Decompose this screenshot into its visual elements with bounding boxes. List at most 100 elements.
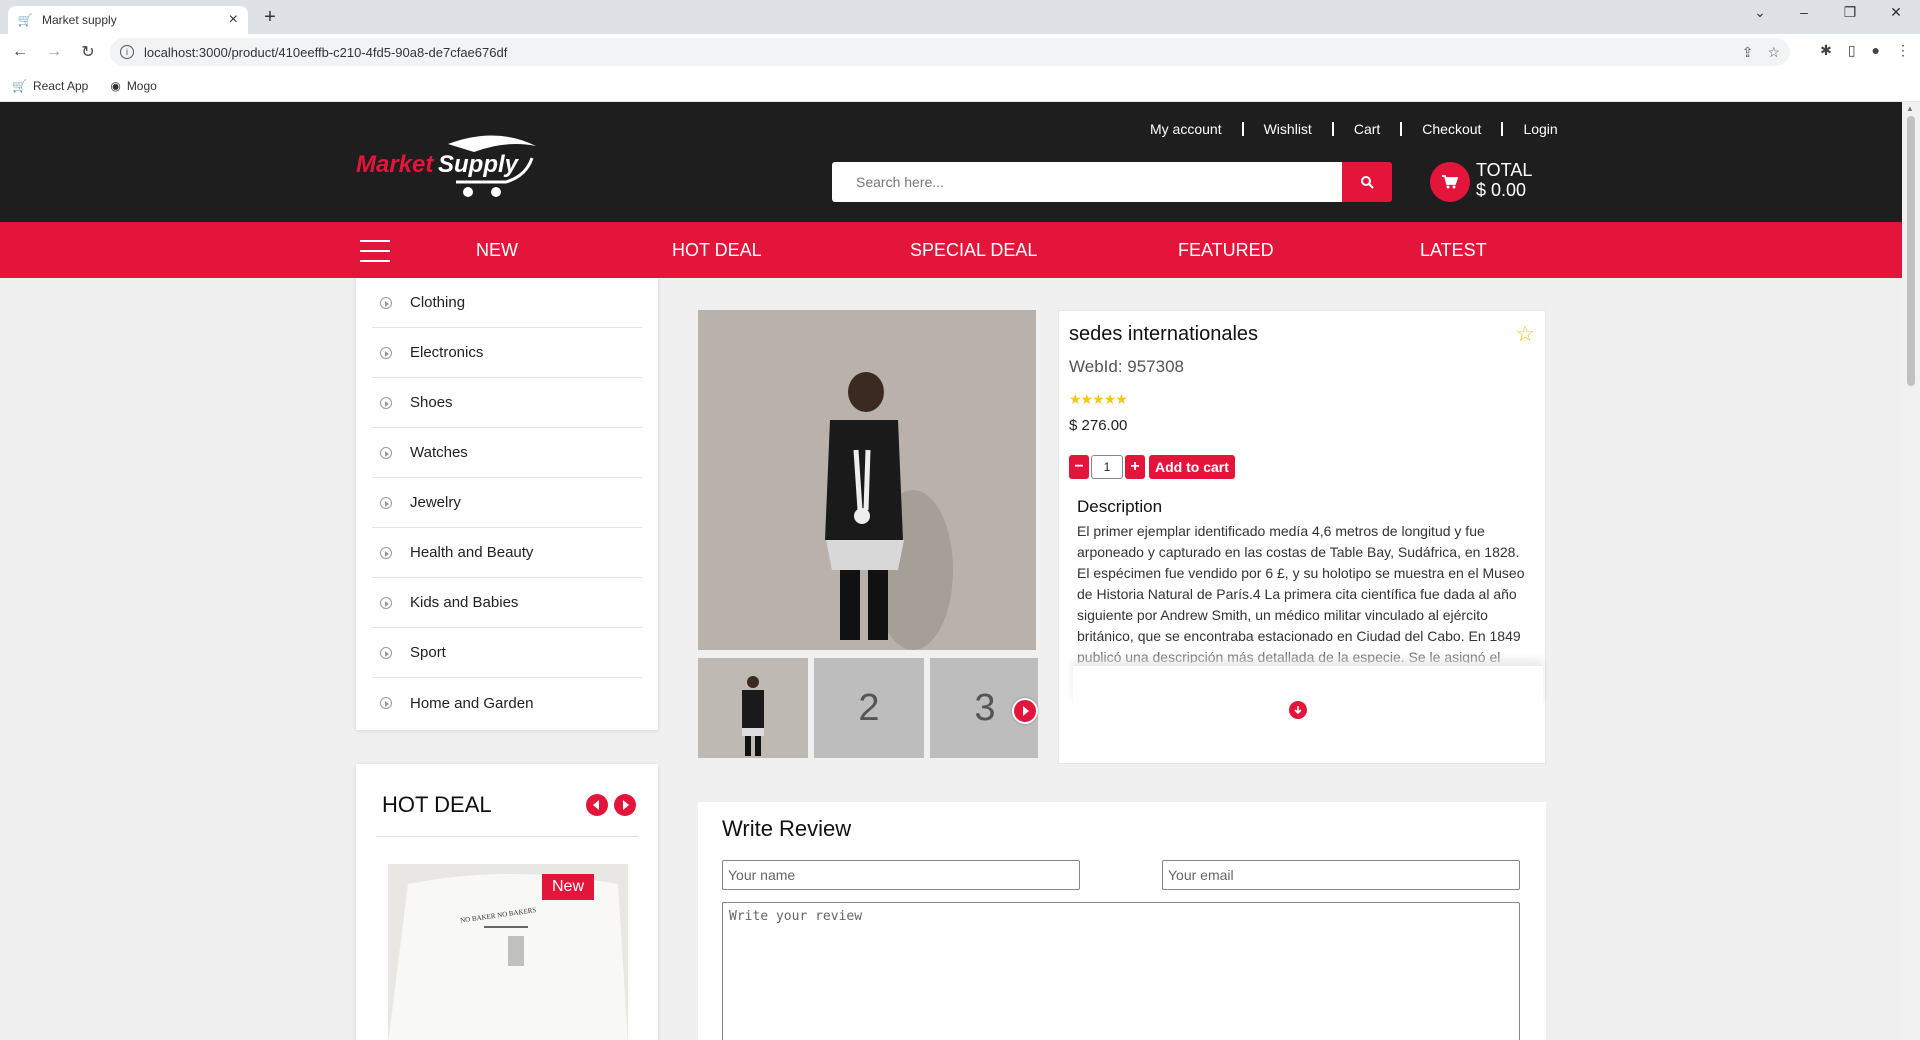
side-panel-icon[interactable]: ▯: [1848, 42, 1856, 59]
thumbnail-1[interactable]: [698, 658, 808, 758]
reload-icon[interactable]: ↻: [74, 38, 102, 66]
address-bar[interactable]: i localhost:3000/product/410eeffb-c210-4…: [110, 38, 1790, 66]
svg-text:Supply: Supply: [438, 151, 520, 178]
tab-search-icon[interactable]: ⌄: [1746, 4, 1774, 21]
wishlist-star-icon[interactable]: ☆: [1515, 321, 1535, 347]
review-name-input[interactable]: [722, 860, 1080, 890]
category-label: Shoes: [410, 394, 453, 411]
my-account-link[interactable]: My account: [1130, 122, 1242, 136]
total-label: TOTAL: [1476, 160, 1533, 180]
main-nav: NEW HOT DEAL SPECIAL DEAL FEATURED LATES…: [0, 222, 1902, 278]
market-supply-logo[interactable]: Market Supply: [356, 130, 546, 200]
increase-qty-button[interactable]: +: [1125, 455, 1145, 479]
new-tab-button[interactable]: +: [258, 6, 282, 30]
menu-dots-icon[interactable]: ⋮: [1896, 42, 1910, 59]
search-box: [832, 162, 1342, 202]
forward-icon[interactable]: →: [40, 38, 68, 66]
thumbnail-2[interactable]: 2: [814, 658, 924, 758]
minimize-button[interactable]: –: [1790, 4, 1818, 20]
bookmark-mogo[interactable]: ◉ Mogo: [110, 79, 157, 93]
site-info-icon[interactable]: i: [120, 45, 134, 59]
product-price: $ 276.00: [1069, 417, 1128, 434]
play-circle-icon: [380, 546, 392, 559]
browser-tab-bar: 🛒 Market supply × + ⌄ – ❐ ✕: [0, 0, 1920, 34]
decrease-qty-button[interactable]: −: [1069, 455, 1089, 479]
category-watches[interactable]: Watches: [372, 428, 642, 478]
nav-latest[interactable]: LATEST: [1420, 240, 1487, 261]
description-text: El primer ejemplar identificado medía 4,…: [1077, 523, 1525, 663]
cart-link[interactable]: Cart: [1331, 122, 1400, 136]
category-home-garden[interactable]: Home and Garden: [372, 678, 642, 728]
cart-total: TOTAL $ 0.00: [1476, 160, 1532, 200]
globe-icon: ◉: [110, 78, 121, 93]
category-list: Clothing Electronics Shoes Watches Jewel…: [356, 278, 658, 730]
category-label: Kids and Babies: [410, 594, 519, 611]
top-links: My account Wishlist Cart Checkout Login: [1130, 122, 1578, 136]
total-value: $ 0.00: [1476, 180, 1527, 200]
prev-arrow-icon[interactable]: [586, 794, 608, 816]
nav-special-deal[interactable]: SPECIAL DEAL: [910, 240, 1037, 261]
nav-new[interactable]: NEW: [476, 240, 518, 261]
bookmark-star-icon[interactable]: ☆: [1767, 44, 1780, 61]
quantity-input[interactable]: 1: [1091, 455, 1123, 479]
category-kids-babies[interactable]: Kids and Babies: [372, 578, 642, 628]
close-window-button[interactable]: ✕: [1882, 4, 1910, 21]
play-circle-icon: [380, 496, 392, 509]
extensions-icon[interactable]: ✱: [1820, 42, 1832, 59]
hot-deal-title: HOT DEAL: [382, 792, 492, 817]
menu-icon[interactable]: [360, 240, 390, 262]
bookmark-react-app[interactable]: 🛒 React App: [12, 79, 88, 93]
thumbnail-strip: 2 3: [698, 658, 1038, 760]
category-health-beauty[interactable]: Health and Beauty: [372, 528, 642, 578]
play-circle-icon: [380, 596, 392, 609]
restore-button[interactable]: ❐: [1836, 4, 1864, 21]
tab-title: Market supply: [42, 13, 117, 27]
share-icon[interactable]: ⇪: [1742, 44, 1754, 61]
wishlist-link[interactable]: Wishlist: [1241, 122, 1332, 136]
review-textarea[interactable]: [722, 902, 1520, 1040]
play-circle-icon: [380, 396, 392, 409]
description-title: Description: [1077, 497, 1163, 516]
scrollbar-thumb[interactable]: [1907, 116, 1915, 386]
new-badge: New: [542, 874, 595, 900]
profile-icon[interactable]: ●: [1872, 42, 1880, 59]
play-circle-icon: [380, 646, 392, 659]
login-link[interactable]: Login: [1501, 122, 1577, 136]
cart-button[interactable]: [1430, 162, 1470, 202]
category-shoes[interactable]: Shoes: [372, 378, 642, 428]
site-header: Market Supply My account Wishlist Cart C…: [0, 102, 1902, 222]
cart-bookmark-icon: 🛒: [12, 78, 27, 93]
category-sport[interactable]: Sport: [372, 628, 642, 678]
search-button[interactable]: [1342, 162, 1392, 202]
category-label: Jewelry: [410, 494, 461, 511]
product-webid: WebId: 957308: [1069, 357, 1184, 376]
expand-description-icon[interactable]: [1289, 701, 1307, 719]
bookmark-label: React App: [32, 78, 89, 93]
rating-stars: ★★★★★: [1069, 391, 1128, 407]
nav-hot-deal[interactable]: HOT DEAL: [672, 240, 762, 261]
search-icon: [1361, 176, 1374, 189]
checkout-link[interactable]: Checkout: [1400, 122, 1501, 136]
category-jewelry[interactable]: Jewelry: [372, 478, 642, 528]
category-label: Electronics: [410, 344, 484, 361]
scroll-up-icon[interactable]: ▲: [1906, 104, 1914, 113]
category-clothing[interactable]: Clothing: [372, 278, 642, 328]
browser-tab[interactable]: 🛒 Market supply ×: [8, 6, 248, 34]
next-arrow-icon[interactable]: [614, 794, 636, 816]
play-circle-icon: [380, 346, 392, 359]
back-icon[interactable]: ←: [6, 38, 34, 66]
quantity-stepper: − 1 + Add to cart: [1069, 455, 1235, 479]
product-main-image[interactable]: [698, 310, 1036, 650]
page-scrollbar[interactable]: ▲: [1902, 102, 1920, 1040]
search-input[interactable]: [856, 174, 1316, 190]
thumbnail-next-icon[interactable]: [1012, 698, 1038, 724]
review-email-input[interactable]: [1162, 860, 1520, 890]
review-title: Write Review: [722, 816, 852, 841]
bookmark-label: Mogo: [126, 78, 157, 93]
category-electronics[interactable]: Electronics: [372, 328, 642, 378]
category-label: Sport: [410, 644, 446, 661]
close-tab-icon[interactable]: ×: [229, 11, 238, 29]
nav-featured[interactable]: FEATURED: [1178, 240, 1274, 261]
add-to-cart-button[interactable]: Add to cart: [1149, 455, 1235, 479]
svg-text:Market: Market: [356, 151, 434, 178]
